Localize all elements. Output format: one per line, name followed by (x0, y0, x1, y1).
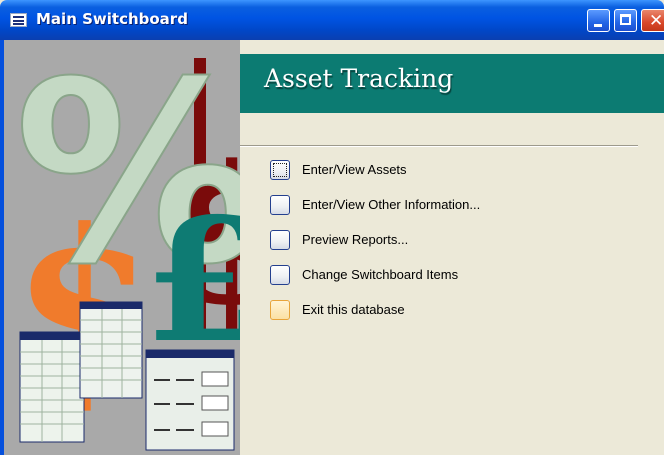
close-icon: ✕ (649, 11, 664, 31)
switchboard-item-label[interactable]: Enter/View Other Information... (302, 197, 480, 212)
switchboard-option-button[interactable] (270, 160, 290, 180)
switchboard-option-button[interactable] (270, 300, 290, 320)
switchboard-form: $ $ % £ (4, 40, 664, 455)
title-bar[interactable]: Main Switchboard ✕ (0, 0, 664, 40)
decorative-image: $ $ % £ (4, 40, 240, 455)
switchboard-item-label[interactable]: Enter/View Assets (302, 162, 407, 177)
minimize-icon (594, 24, 602, 27)
switchboard-item-label[interactable]: Preview Reports... (302, 232, 408, 247)
maximize-icon (620, 14, 631, 25)
switchboard-window: Main Switchboard ✕ $ $ % £ (0, 0, 664, 455)
page-title: Asset Tracking (264, 64, 454, 93)
minimize-button[interactable] (587, 9, 610, 32)
switchboard-item-label[interactable]: Exit this database (302, 302, 405, 317)
divider (240, 145, 638, 147)
window-title: Main Switchboard (36, 10, 188, 28)
switchboard-item-exit-database[interactable]: Exit this database (266, 297, 566, 323)
switchboard-item-preview-reports[interactable]: Preview Reports... (266, 227, 566, 253)
switchboard-header: Asset Tracking (240, 54, 664, 113)
switchboard-item-label[interactable]: Change Switchboard Items (302, 267, 458, 282)
switchboard-item-change-switchboard-items[interactable]: Change Switchboard Items (266, 262, 566, 288)
close-button[interactable]: ✕ (641, 9, 664, 32)
switchboard-item-enter-view-other-information[interactable]: Enter/View Other Information... (266, 192, 566, 218)
switchboard-option-button[interactable] (270, 230, 290, 250)
maximize-button[interactable] (614, 9, 637, 32)
switchboard-option-button[interactable] (270, 265, 290, 285)
currency-collage-icon: $ $ % £ (4, 40, 240, 455)
switchboard-option-button[interactable] (270, 195, 290, 215)
form-icon[interactable] (10, 13, 27, 27)
switchboard-item-enter-view-assets[interactable]: Enter/View Assets (266, 157, 566, 183)
